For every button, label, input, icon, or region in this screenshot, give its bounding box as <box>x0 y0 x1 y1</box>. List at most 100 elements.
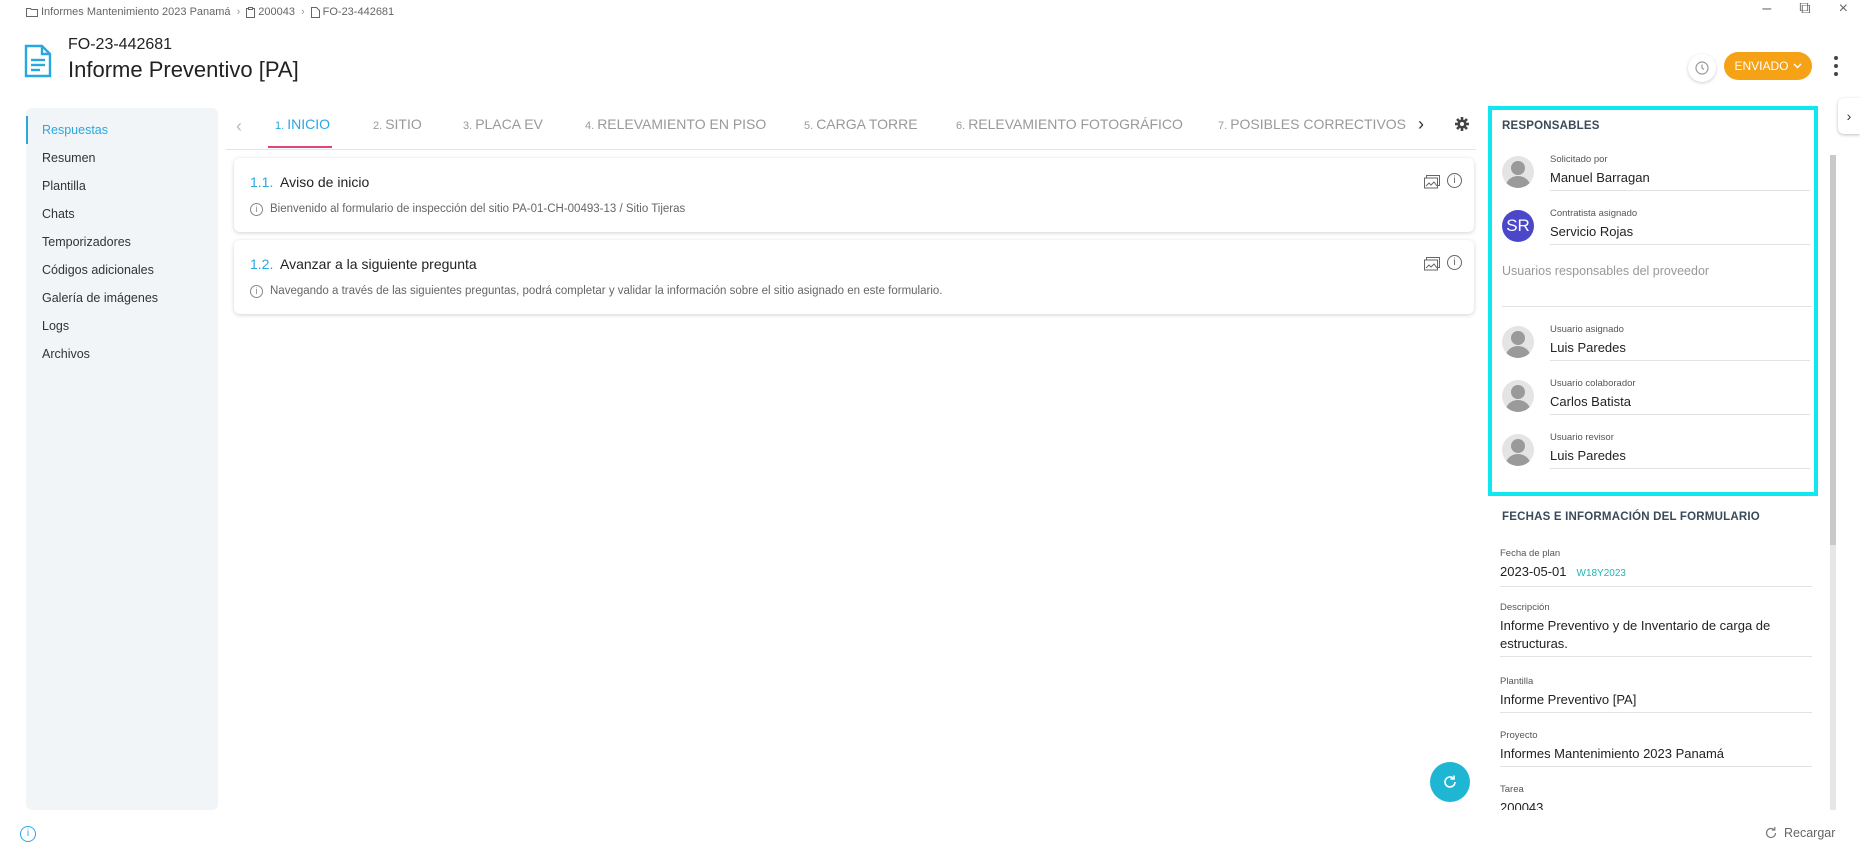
tab-label: PLACA EV <box>475 116 543 132</box>
refresh-button[interactable] <box>1430 762 1470 802</box>
breadcrumb-form[interactable]: FO-23-442681 <box>310 6 395 18</box>
description-field: Descripción Informe Preventivo y de Inve… <box>1500 602 1812 657</box>
divider <box>1500 712 1812 713</box>
clock-icon <box>1695 61 1709 75</box>
sidebar-item-resumen[interactable]: Resumen <box>26 144 218 172</box>
question-description: Bienvenido al formulario de inspección d… <box>270 203 686 215</box>
tab-label: POSIBLES CORRECTIVOS <box>1230 116 1407 132</box>
chevron-right-icon: › <box>300 6 305 18</box>
reload-icon <box>1765 827 1777 839</box>
tab-carga-torre[interactable]: 5. CARGA TORRE <box>804 116 918 132</box>
sidebar-item-logs[interactable]: Logs <box>26 312 218 340</box>
history-button[interactable] <box>1688 54 1716 82</box>
form-code: FO-23-442681 <box>68 36 173 53</box>
question-title: Avanzar a la siguiente pregunta <box>280 256 477 272</box>
field-value: Informes Mantenimiento 2023 Panamá <box>1500 746 1725 761</box>
breadcrumb-project-label: Informes Mantenimiento 2023 Panamá <box>41 6 231 18</box>
tab-sitio[interactable]: 2. SITIO <box>373 116 422 132</box>
tab-number: 1. <box>275 120 285 132</box>
project-field: Proyecto Informes Mantenimiento 2023 Pan… <box>1500 730 1812 767</box>
scrollbar-thumb[interactable] <box>1830 155 1836 545</box>
sidebar-item-chats[interactable]: Chats <box>26 200 218 228</box>
tab-number: 4. <box>585 120 595 132</box>
field-label: Descripción <box>1500 602 1550 613</box>
divider <box>1500 586 1812 587</box>
sidebar-item-galeria[interactable]: Galería de imágenes <box>26 284 218 312</box>
tab-relevamiento-fotografico[interactable]: 6. RELEVAMIENTO FOTOGRÁFICO <box>956 116 1183 132</box>
clipboard-icon <box>246 6 256 18</box>
restore-icon[interactable]: ⧉ <box>1799 0 1810 18</box>
tab-posibles-correctivos[interactable]: 7. POSIBLES CORRECTIVOS <box>1218 116 1406 132</box>
field-label: Proyecto <box>1500 730 1538 741</box>
sidebar-item-archivos[interactable]: Archivos <box>26 340 218 368</box>
info-icon[interactable]: i <box>20 826 36 842</box>
minimize-icon[interactable]: – <box>1762 0 1771 18</box>
tab-label: INICIO <box>287 116 330 132</box>
breadcrumb-project[interactable]: Informes Mantenimiento 2023 Panamá <box>26 6 231 18</box>
breadcrumb-task[interactable]: 200043 <box>246 6 295 18</box>
tab-number: 7. <box>1218 120 1228 132</box>
close-icon[interactable]: × <box>1839 0 1848 18</box>
sidebar: Respuestas Resumen Plantilla Chats Tempo… <box>26 108 218 810</box>
sidebar-item-plantilla[interactable]: Plantilla <box>26 172 218 200</box>
tab-placa-ev[interactable]: 3. PLACA EV <box>463 116 543 132</box>
question-card[interactable]: 1.2. Avanzar a la siguiente pregunta i N… <box>234 240 1474 314</box>
status-label: ENVIADO <box>1734 59 1789 73</box>
question-title: Aviso de inicio <box>280 174 370 190</box>
question-description: Navegando a través de las siguientes pre… <box>270 285 943 297</box>
reload-label: Recargar <box>1784 826 1836 840</box>
collapse-panel-button[interactable]: › <box>1838 98 1860 134</box>
tab-number: 2. <box>373 120 383 132</box>
question-number: 1.2. <box>250 256 274 272</box>
section-tabs: ‹ 1. INICIO 2. SITIO 3. PLACA EV 4. RELEVAMI… <box>226 108 1476 150</box>
info-icon[interactable]: i <box>1447 173 1462 188</box>
folder-icon <box>26 8 38 17</box>
tab-number: 6. <box>956 120 966 132</box>
question-number: 1.1. <box>250 174 274 190</box>
form-document-icon <box>24 44 52 78</box>
task-field: Tarea 200043 <box>1500 784 1812 810</box>
page-title: Informe Preventivo [PA] <box>68 57 299 82</box>
info-icon: i <box>250 285 263 298</box>
reload-button[interactable]: Recargar <box>1764 826 1835 840</box>
responsables-highlight <box>1488 106 1818 496</box>
chevron-right-icon[interactable]: › <box>1418 114 1424 135</box>
refresh-icon <box>1444 775 1456 788</box>
tab-label: CARGA TORRE <box>816 116 918 132</box>
sidebar-item-temporizadores[interactable]: Temporizadores <box>26 228 218 256</box>
gallery-icon[interactable] <box>1424 175 1440 189</box>
template-field: Plantilla Informe Preventivo [PA] <box>1500 676 1812 713</box>
breadcrumb-form-label: FO-23-442681 <box>322 6 395 18</box>
tab-number: 3. <box>463 120 473 132</box>
document-icon <box>310 6 320 18</box>
active-tab-indicator <box>268 146 332 148</box>
chevron-left-icon[interactable]: ‹ <box>236 116 242 137</box>
breadcrumb-task-label: 200043 <box>258 6 295 18</box>
chevron-right-icon: › <box>236 6 241 18</box>
plan-date-field: Fecha de plan 2023-05-01 W18Y2023 <box>1500 548 1812 587</box>
field-label: Plantilla <box>1500 676 1534 687</box>
info-icon[interactable]: i <box>1447 255 1462 270</box>
gear-icon[interactable] <box>1454 116 1470 132</box>
tab-inicio[interactable]: 1. INICIO <box>275 116 330 132</box>
tab-label: RELEVAMIENTO FOTOGRÁFICO <box>968 116 1183 132</box>
divider <box>1500 766 1812 767</box>
info-icon: i <box>250 203 263 216</box>
tab-relevamiento-piso[interactable]: 4. RELEVAMIENTO EN PISO <box>585 116 766 132</box>
week-badge: W18Y2023 <box>1576 568 1626 579</box>
more-options-icon[interactable] <box>1830 54 1842 78</box>
tab-label: RELEVAMIENTO EN PISO <box>597 116 767 132</box>
tab-number: 5. <box>804 120 814 132</box>
field-value: Informe Preventivo y de Inventario de ca… <box>1500 618 1771 651</box>
field-value: 200043 <box>1500 800 1544 810</box>
window-controls: – ⧉ × <box>1762 0 1848 18</box>
divider <box>1500 656 1812 657</box>
question-card[interactable]: 1.1. Aviso de inicio i Bienvenido al for… <box>234 158 1474 232</box>
form-info-title: FECHAS E INFORMACIÓN DEL FORMULARIO <box>1502 511 1760 523</box>
sidebar-item-respuestas[interactable]: Respuestas <box>26 116 218 144</box>
sidebar-item-codigos[interactable]: Códigos adicionales <box>26 256 218 284</box>
status-dropdown[interactable]: ENVIADO <box>1724 52 1812 80</box>
chevron-right-icon: › <box>1846 108 1852 124</box>
breadcrumb: Informes Mantenimiento 2023 Panamá › 200… <box>26 6 394 18</box>
gallery-icon[interactable] <box>1424 257 1440 271</box>
